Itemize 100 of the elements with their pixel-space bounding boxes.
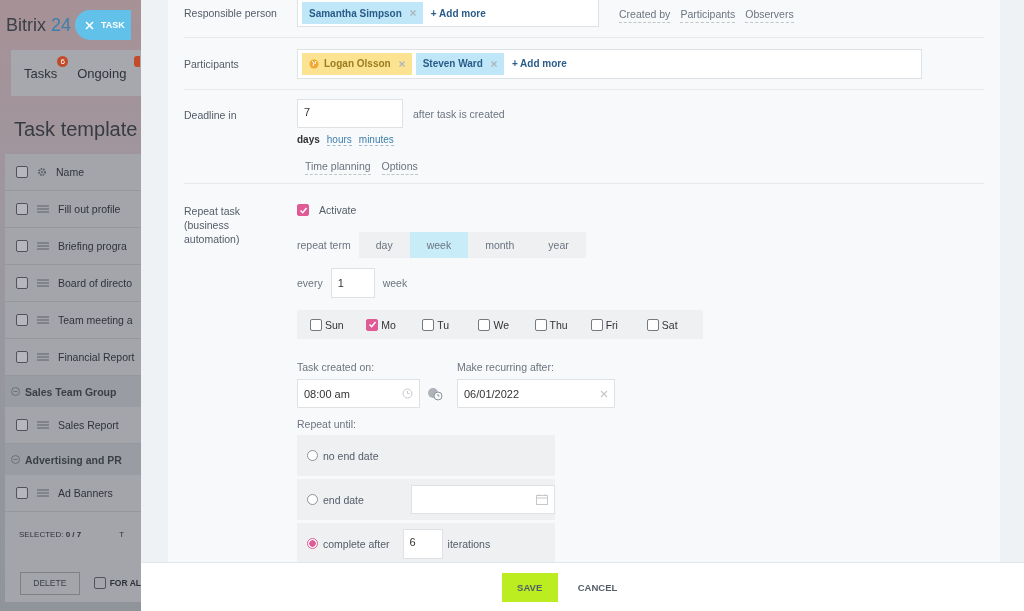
field-label: Task created on: — [297, 361, 376, 373]
tab[interactable]: Tasks — [24, 65, 58, 81]
checkbox[interactable] — [16, 277, 28, 289]
template-name[interactable]: Team meeting a — [58, 314, 133, 326]
group-name: Sales Team Group — [25, 385, 117, 398]
term-tab[interactable]: week — [409, 232, 469, 258]
checkbox[interactable] — [93, 577, 106, 589]
delete-button[interactable]: DELETE — [20, 571, 80, 595]
close-icon — [85, 20, 95, 30]
logo: Bitrix 24 — [6, 14, 72, 36]
clock-icon — [402, 388, 413, 399]
time-input[interactable]: 08:00 am — [297, 379, 420, 408]
template-name[interactable]: Sales Report — [58, 419, 119, 431]
collapse-icon[interactable] — [11, 455, 20, 464]
remove-icon[interactable] — [490, 60, 497, 67]
unit-option[interactable]: hours — [326, 134, 352, 146]
menu-icon[interactable] — [37, 489, 49, 497]
unit-option[interactable]: minutes — [358, 134, 394, 146]
menu-icon[interactable] — [37, 279, 49, 287]
page-title: Task template — [14, 118, 139, 142]
person-chip[interactable]: Logan Olsson — [302, 52, 412, 75]
checkbox[interactable] — [310, 318, 322, 331]
checkbox[interactable] — [422, 318, 435, 331]
role-link[interactable]: Observers — [745, 8, 794, 23]
menu-icon[interactable] — [37, 205, 49, 213]
cancel-button[interactable]: CANCEL — [571, 580, 624, 594]
radio-button[interactable] — [307, 538, 318, 549]
calendar-icon[interactable] — [536, 494, 548, 505]
globe-icon — [309, 58, 319, 69]
field-label: Make recurring after: — [457, 361, 555, 373]
checkbox[interactable] — [534, 318, 547, 331]
role-link[interactable]: Participants — [680, 8, 736, 23]
checkbox[interactable] — [16, 240, 28, 252]
iterations-input[interactable]: 6 — [402, 528, 443, 559]
tab[interactable]: Ongoing — [77, 65, 127, 81]
template-name[interactable]: Board of directo — [58, 277, 133, 289]
group-name: Advertising and PR — [25, 453, 122, 466]
radio-label: complete after — [323, 537, 390, 550]
radio-button[interactable] — [307, 450, 318, 461]
menu-icon[interactable] — [37, 242, 49, 250]
checkbox[interactable] — [16, 419, 28, 431]
radio-label: no end date — [323, 449, 380, 462]
section-link[interactable]: Time planning — [305, 160, 371, 175]
section-link[interactable]: Options — [381, 160, 418, 175]
menu-icon[interactable] — [37, 421, 49, 429]
weekday-label: Tu — [437, 318, 450, 331]
checkbox[interactable] — [16, 314, 28, 326]
remove-icon[interactable] — [398, 60, 405, 67]
weekday-label: Thu — [549, 318, 568, 331]
checkbox[interactable] — [16, 166, 28, 178]
weekday-label: Mo — [381, 318, 396, 331]
checkbox-label: FOR AL — [109, 578, 141, 588]
counter-badge: 6 — [57, 55, 69, 67]
globe-clock-icon[interactable] — [427, 386, 443, 401]
unit-label: week — [382, 277, 408, 289]
term-tab[interactable]: year — [531, 232, 586, 258]
template-name[interactable]: Ad Banners — [58, 487, 113, 499]
checkbox[interactable] — [590, 318, 603, 331]
template-name[interactable]: Briefing progra — [58, 240, 127, 252]
save-button[interactable]: SAVE — [501, 572, 558, 602]
deadline-input[interactable]: 7 — [297, 99, 403, 128]
term-tab[interactable]: day — [358, 232, 410, 258]
radio-button[interactable] — [307, 494, 318, 505]
menu-icon[interactable] — [37, 316, 49, 324]
clear-icon[interactable] — [600, 389, 608, 398]
template-name[interactable]: Fill out profile — [58, 203, 121, 215]
checkbox[interactable] — [297, 204, 309, 216]
checkbox[interactable] — [16, 487, 28, 499]
radio-label: end date — [323, 493, 365, 506]
remove-icon[interactable] — [409, 10, 416, 16]
add-more-link[interactable]: + Add more — [430, 7, 486, 19]
end-date-input[interactable] — [411, 485, 555, 514]
checkbox[interactable] — [646, 318, 659, 331]
field-label: Deadline in — [184, 108, 238, 123]
column-header: Name — [56, 166, 84, 178]
interval-input[interactable]: 1 — [330, 268, 375, 298]
add-more-link[interactable]: + Add more — [511, 58, 567, 69]
field-label: Repeat until: — [297, 418, 357, 430]
checkbox[interactable] — [16, 351, 28, 363]
template-name[interactable]: Financial Report — [58, 351, 135, 363]
checkbox[interactable] — [478, 318, 491, 331]
deadline-hint: after task is created — [413, 107, 505, 120]
participants-field[interactable]: Logan Olsson Steven Ward + Add more — [297, 48, 922, 79]
field-label: every — [297, 277, 323, 289]
menu-icon[interactable] — [37, 353, 49, 361]
weekday-label: We — [493, 318, 509, 331]
field-label: Responsible person — [184, 6, 278, 20]
selected-count: SELECTED: 0 / 7 — [19, 529, 82, 539]
total-label: T — [119, 529, 125, 539]
role-link[interactable]: Created by — [619, 8, 671, 23]
collapse-icon[interactable] — [11, 387, 20, 396]
date-input[interactable]: 06/01/2022 — [457, 379, 615, 408]
responsible-field[interactable]: Samantha Simpson + Add more — [297, 0, 599, 27]
checkbox[interactable] — [16, 203, 28, 215]
term-tab[interactable]: month — [468, 232, 532, 258]
checkbox[interactable] — [366, 318, 379, 331]
unit-option[interactable]: days — [297, 134, 320, 146]
person-chip[interactable]: Samantha Simpson — [302, 2, 423, 24]
person-chip[interactable]: Steven Ward — [415, 52, 504, 75]
field-label: Repeat task (business automation) — [184, 204, 242, 247]
